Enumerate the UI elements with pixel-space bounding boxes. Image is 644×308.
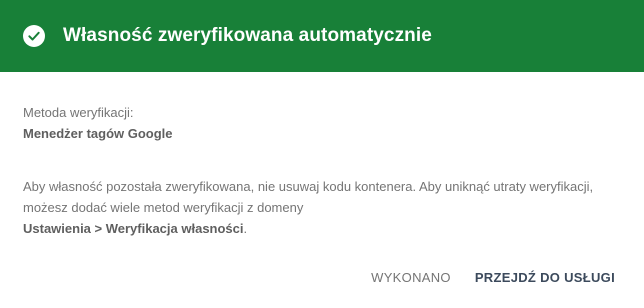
dialog-title: Własność zweryfikowana automatycznie: [63, 25, 432, 46]
verification-dialog: Własność zweryfikowana automatycznie Met…: [0, 0, 644, 308]
verification-method-label: Metoda weryfikacji:: [23, 105, 134, 120]
dialog-body: Metoda weryfikacji: Menedżer tagów Googl…: [0, 72, 644, 239]
info-text: Aby własność pozostała zweryfikowana, ni…: [23, 176, 613, 239]
go-to-property-button[interactable]: PRZEJDŹ DO USŁUGI: [475, 266, 615, 289]
check-circle-icon: [23, 25, 45, 47]
dialog-actions: WYKONANO PRZEJDŹ DO USŁUGI: [371, 266, 615, 289]
dialog-header: Własność zweryfikowana automatycznie: [0, 0, 644, 72]
info-text-body: Aby własność pozostała zweryfikowana, ni…: [23, 179, 594, 215]
verification-method-value: Menedżer tagów Google: [23, 126, 173, 141]
settings-path: Ustawienia > Weryfikacja własności: [23, 221, 244, 236]
info-text-end: .: [243, 221, 248, 236]
done-button[interactable]: WYKONANO: [371, 266, 451, 289]
